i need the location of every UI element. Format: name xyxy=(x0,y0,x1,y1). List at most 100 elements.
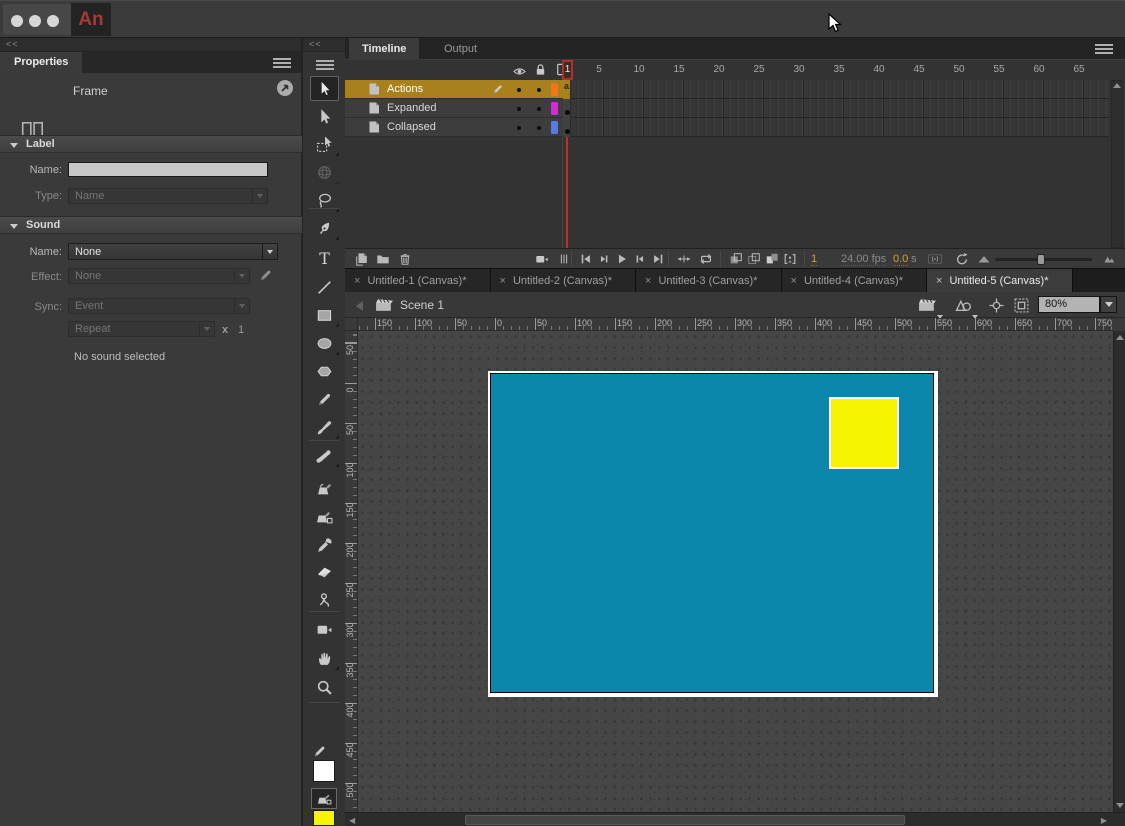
layer-visibility-dot[interactable] xyxy=(517,126,521,130)
loop-button[interactable] xyxy=(697,251,714,267)
hand-tool[interactable] xyxy=(310,646,339,671)
line-tool[interactable] xyxy=(310,275,339,300)
document-tab-5[interactable]: ×Untitled-5 (Canvas)* xyxy=(927,269,1073,293)
maximize-window-button[interactable] xyxy=(47,15,59,27)
fill-color-swatch[interactable] xyxy=(313,810,335,826)
zoom-level-input[interactable]: 80% xyxy=(1038,296,1100,313)
close-tab-icon[interactable]: × xyxy=(791,275,797,287)
camera-button[interactable] xyxy=(533,251,550,267)
canvas-vertical-scrollbar[interactable] xyxy=(1113,331,1125,812)
scroll-up-icon[interactable] xyxy=(1113,83,1121,88)
stage[interactable] xyxy=(488,371,938,697)
tab-properties[interactable]: Properties xyxy=(0,52,82,73)
layer-row-collapsed[interactable]: Collapsed xyxy=(345,118,563,137)
collapse-tools-button[interactable]: << xyxy=(303,38,345,52)
layer-outline-color-swatch[interactable] xyxy=(551,102,558,115)
circle-arrow-icon[interactable] xyxy=(276,79,294,102)
sound-section-header[interactable]: Sound xyxy=(0,216,302,234)
layer-lock-dot[interactable] xyxy=(537,107,541,111)
keyframe-cell[interactable] xyxy=(563,99,571,118)
frame-rate-value[interactable]: 24.00 fps xyxy=(841,253,886,266)
new-layer-button[interactable] xyxy=(353,251,370,267)
close-tab-icon[interactable]: × xyxy=(500,275,506,287)
breadcrumb-scene[interactable]: Scene 1 xyxy=(400,298,444,312)
layer-lock-dot[interactable] xyxy=(537,88,541,92)
paint-bucket-tool[interactable] xyxy=(310,504,339,529)
layer-lock-dot[interactable] xyxy=(537,126,541,130)
fill-bucket-icon[interactable] xyxy=(311,788,337,809)
canvas-pasteboard[interactable] xyxy=(358,331,1113,812)
timeline-zoom-in-button[interactable] xyxy=(1098,251,1118,267)
edit-symbols-icon[interactable] xyxy=(955,297,972,317)
timeline-zoom-out-button[interactable] xyxy=(975,251,992,267)
ink-bottle-tool[interactable] xyxy=(310,476,339,501)
layer-outline-color-swatch[interactable] xyxy=(551,121,558,134)
document-tab-4[interactable]: ×Untitled-4 (Canvas)* xyxy=(782,269,928,293)
elapsed-time-value[interactable]: 0.0 xyxy=(893,253,908,266)
zoom-dropdown-button[interactable] xyxy=(1100,296,1117,313)
scroll-up-icon[interactable] xyxy=(1116,335,1124,340)
prev-frame-button[interactable] xyxy=(595,251,612,267)
keyframe-cell[interactable] xyxy=(563,118,571,137)
layer-outline-color-swatch[interactable] xyxy=(551,83,558,96)
sound-name-dropdown[interactable]: None xyxy=(68,243,278,260)
center-stage-icon[interactable] xyxy=(989,298,1004,318)
polystar-tool[interactable] xyxy=(310,359,339,384)
scroll-left-icon[interactable]: ◀ xyxy=(349,816,355,825)
close-tab-icon[interactable]: × xyxy=(354,275,360,287)
pencil-tool[interactable] xyxy=(310,387,339,412)
current-frame-value[interactable]: 1 xyxy=(811,253,817,266)
layer-visibility-dot[interactable] xyxy=(517,88,521,92)
3d-rotation-tool[interactable] xyxy=(310,160,339,185)
oval-tool[interactable] xyxy=(310,331,339,356)
eraser-tool[interactable] xyxy=(310,559,339,584)
layer-visibility-dot[interactable] xyxy=(517,107,521,111)
modify-markers-button[interactable] xyxy=(781,251,798,267)
scrollbar-thumb[interactable] xyxy=(465,815,905,825)
first-frame-button[interactable] xyxy=(577,251,594,267)
close-tab-icon[interactable]: × xyxy=(645,275,651,287)
layer-row-actions[interactable]: Actions xyxy=(345,80,563,99)
document-tab-2[interactable]: ×Untitled-2 (Canvas)* xyxy=(491,269,637,293)
timeline-zoom-slider[interactable] xyxy=(995,258,1092,261)
document-tab-1[interactable]: ×Untitled-1 (Canvas)* xyxy=(345,269,491,293)
back-arrow-icon[interactable] xyxy=(354,299,364,317)
camera-tool[interactable] xyxy=(310,617,339,642)
layer-row-expanded[interactable]: Expanded xyxy=(345,99,563,118)
edit-multiple-frames-button[interactable] xyxy=(763,251,780,267)
subselection-tool[interactable] xyxy=(310,104,339,129)
clip-content-icon[interactable] xyxy=(1014,298,1029,318)
close-tab-icon[interactable]: × xyxy=(936,275,942,287)
text-tool[interactable]: T xyxy=(310,246,339,271)
new-folder-button[interactable] xyxy=(374,251,391,267)
delete-button[interactable] xyxy=(396,251,413,267)
pen-tool[interactable] xyxy=(310,216,339,241)
slider-handle[interactable] xyxy=(1037,254,1045,265)
close-window-button[interactable] xyxy=(11,15,23,27)
stage-background-shape[interactable] xyxy=(490,373,934,693)
label-section-header[interactable]: Label xyxy=(0,135,302,153)
play-button[interactable] xyxy=(613,251,630,267)
playhead-marker[interactable]: 1 xyxy=(562,60,573,80)
stroke-color-swatch[interactable] xyxy=(313,760,335,782)
reset-timeline-zoom-button[interactable] xyxy=(953,251,970,267)
brush-tool[interactable] xyxy=(310,415,339,440)
canvas-horizontal-scrollbar[interactable]: ◀ ▶ xyxy=(345,812,1125,826)
lock-icon[interactable] xyxy=(534,63,547,81)
yellow-rectangle-shape[interactable] xyxy=(829,397,899,469)
lasso-tool[interactable] xyxy=(310,188,339,213)
document-tab-3[interactable]: ×Untitled-3 (Canvas)* xyxy=(636,269,782,293)
bone-tool[interactable] xyxy=(310,443,339,468)
onion-skin-button[interactable] xyxy=(727,251,744,267)
timeline-scrollbar[interactable] xyxy=(1111,80,1123,248)
collapse-panel-button[interactable]: << xyxy=(0,38,301,52)
asset-warp-tool[interactable] xyxy=(310,587,339,612)
label-name-input[interactable] xyxy=(68,162,268,177)
tab-output[interactable]: Output xyxy=(431,38,490,60)
next-frame-button[interactable] xyxy=(631,251,648,267)
scroll-right-icon[interactable]: ▶ xyxy=(1101,816,1107,825)
onion-outline-button[interactable] xyxy=(745,251,762,267)
eyedropper-tool[interactable] xyxy=(310,533,339,558)
markers-button[interactable] xyxy=(555,251,572,267)
selection-tool[interactable] xyxy=(310,76,339,101)
